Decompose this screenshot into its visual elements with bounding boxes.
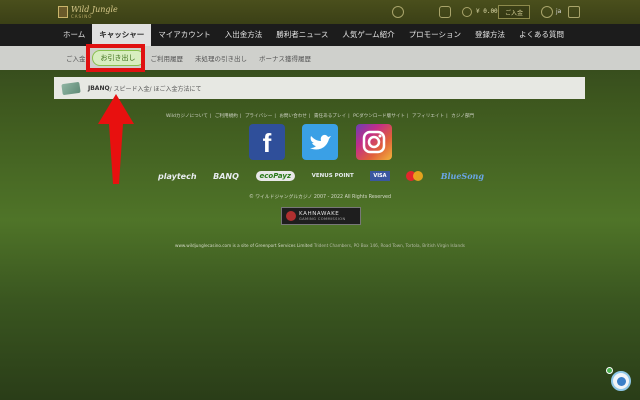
footer-link-terms[interactable]: ご利用規約 xyxy=(215,114,238,119)
footer-link-privacy[interactable]: プライバシー xyxy=(245,114,272,119)
chat-bubble-icon[interactable] xyxy=(439,6,451,18)
instagram-icon[interactable] xyxy=(356,124,392,160)
chat-icon xyxy=(616,376,626,386)
site-company-text: www.wildjunglecasino.com is a site of Gr… xyxy=(175,243,313,248)
twitter-icon[interactable] xyxy=(302,124,338,160)
payment-logos: playtech BANQ ecoPayz VENUS POINT VISA B… xyxy=(158,168,484,184)
payment-logo-bluesong: BlueSong xyxy=(440,171,484,181)
payment-logo-ecopayz: ecoPayz xyxy=(255,171,296,181)
breadcrumb-part-3: / ほご入金方法にて xyxy=(149,85,202,93)
breadcrumb-part-2[interactable]: / スピード入金 xyxy=(110,84,150,93)
nav-item-winners[interactable]: 勝利者ニュース xyxy=(269,24,335,46)
casino-logo[interactable]: Wild Jungle CASINO xyxy=(58,4,122,20)
footer-link-pc-download[interactable]: PCダウンロード版サイト xyxy=(353,114,405,119)
main-nav: ホーム キャッシャー マイアカウント 入出金方法 勝利者ニュース 人気ゲーム紹介… xyxy=(0,24,640,46)
payment-logo-venuspoint: VENUS POINT xyxy=(311,173,354,179)
footer-link-responsible[interactable]: 責任あるプレイ xyxy=(314,114,346,119)
online-status-icon xyxy=(606,367,613,374)
logo-text: Wild Jungle xyxy=(71,4,118,14)
nav-item-my-account[interactable]: マイアカウント xyxy=(151,24,218,46)
nav-item-banking[interactable]: 入出金方法 xyxy=(218,24,270,46)
payment-card-icon xyxy=(61,81,81,95)
kahnawake-emblem-icon xyxy=(286,211,296,221)
nav-item-popular-games[interactable]: 人気ゲーム紹介 xyxy=(335,24,401,46)
tab-bonus-history[interactable]: ボーナス獲得履歴 xyxy=(253,53,317,63)
nav-item-home[interactable]: ホーム xyxy=(56,24,92,46)
site-info: www.wildjunglecasino.com is a site of Gr… xyxy=(140,243,500,248)
nav-item-promotions[interactable]: プロモーション xyxy=(402,24,468,46)
payment-logo-banq: BANQ xyxy=(213,171,239,181)
kahnawake-subtitle: GAMING COMMISSION xyxy=(299,217,346,221)
payment-logo-visa: VISA xyxy=(370,171,390,181)
facebook-icon[interactable]: f xyxy=(249,124,285,160)
globe-icon[interactable] xyxy=(541,6,553,18)
footer-link-affiliate[interactable]: アフィリエイト xyxy=(412,114,444,119)
arrow-up-icon xyxy=(98,94,134,184)
balance-display: ¥ 0.00 xyxy=(476,8,498,15)
footer-link-contact[interactable]: お問い合わせ xyxy=(279,114,307,119)
nav-item-faq[interactable]: よくある質問 xyxy=(512,24,571,46)
cashier-subnav: ご入金 お引き出し ご利用履歴 未処理の引き出し ボーナス獲得履歴 xyxy=(0,46,640,70)
copyright-text: © ワイルドジャングルカジノ 2007 - 2022 All Rights Re… xyxy=(248,195,392,200)
support-icon[interactable] xyxy=(392,6,404,18)
payment-logo-playtech: playtech xyxy=(158,171,197,181)
nav-item-cashier[interactable]: キャッシャー xyxy=(92,24,152,46)
top-bar: Wild Jungle CASINO ¥ 0.00 ご入金 ja xyxy=(0,0,640,24)
site-address-text: Trident Chambers, PO Box 146, Road Town,… xyxy=(313,243,465,248)
nav-item-registration[interactable]: 登録方法 xyxy=(468,24,512,46)
footer-link-casino[interactable]: カジノ部門 xyxy=(451,114,474,119)
logout-icon[interactable] xyxy=(568,6,580,18)
wallet-icon xyxy=(462,7,472,17)
tab-withdraw[interactable]: お引き出し xyxy=(91,50,145,66)
tab-history[interactable]: ご利用履歴 xyxy=(145,53,190,63)
live-chat-button[interactable] xyxy=(611,371,631,391)
logo-emblem-icon xyxy=(58,6,68,18)
deposit-button[interactable]: ご入金 xyxy=(498,5,531,19)
tab-deposit[interactable]: ご入金 xyxy=(60,53,92,63)
kahnawake-badge[interactable]: KAHNAWAKE GAMING COMMISSION xyxy=(281,207,361,225)
mastercard-icon xyxy=(406,171,424,181)
language-label[interactable]: ja xyxy=(556,8,561,15)
tab-pending-withdrawals[interactable]: 未処理の引き出し xyxy=(189,53,253,63)
breadcrumb-part-1[interactable]: JBANQ xyxy=(88,85,110,92)
logo-subtext: CASINO xyxy=(71,13,93,19)
footer-link-about[interactable]: Wildカジノについて xyxy=(166,114,208,119)
footer-links: Wildカジノについて | ご利用規約 | プライバシー | お問い合わせ | 責任ある… xyxy=(165,114,475,119)
